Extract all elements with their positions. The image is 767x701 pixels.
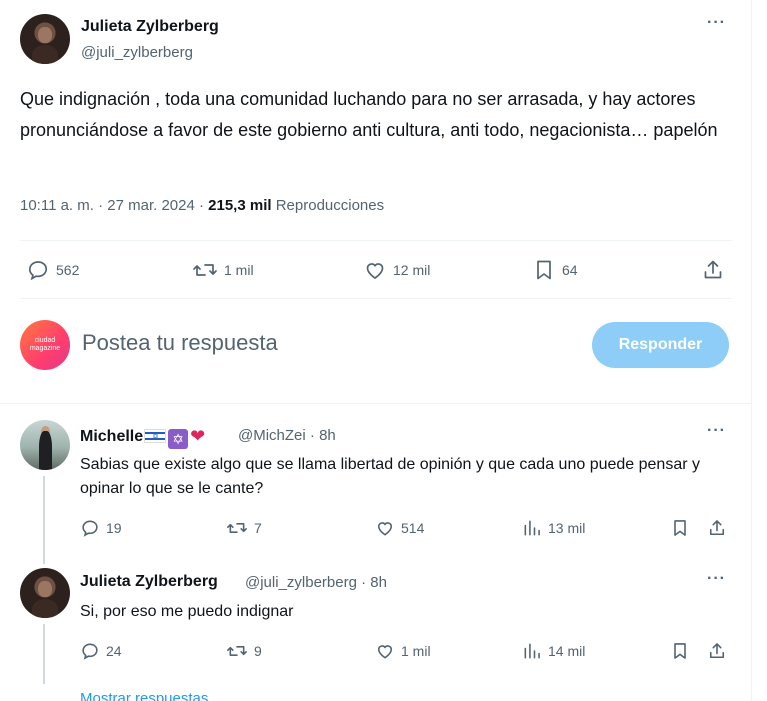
heart-icon [366,263,384,279]
like-action[interactable]: 514 [375,518,424,538]
bookmark-action[interactable] [670,518,690,538]
divider [20,298,732,299]
tweet-meta: 10:11 a. m. · 27 mar. 2024 · 215,3 mil R… [20,197,384,214]
reply-author-handle[interactable]: @MichZei · 8h [238,427,336,444]
views-chart-icon [524,520,540,536]
divider [20,240,732,241]
bookmark-icon [674,520,686,536]
reply-action[interactable]: 562 [26,258,79,282]
reply-avatar[interactable] [20,420,70,470]
share-icon [709,520,725,536]
tweet-text: Que indignación , toda una comunidad luc… [20,89,718,140]
reply-time[interactable]: 8h [319,427,336,444]
reply-count: 19 [106,520,122,536]
reply-action[interactable]: 19 [80,518,122,538]
reply-action[interactable]: 24 [80,641,122,661]
like-action[interactable]: 12 mil [363,258,430,282]
author-handle[interactable]: @juli_zylberberg [81,44,193,61]
heart-icon [377,522,393,536]
views-action[interactable]: 13 mil [522,518,585,538]
reply-avatar[interactable] [20,568,70,618]
reply-count: 562 [56,262,80,278]
reply-text: Si, por eso me puedo indignar [80,603,294,620]
reply-author-name[interactable]: Julieta Zylberberg [80,573,218,591]
views-count: 13 mil [548,520,586,536]
compose-avatar-text: ciudad magazine [29,337,61,352]
more-options-icon[interactable]: ··· [707,422,726,440]
reply-icon [82,520,98,537]
share-action[interactable] [707,518,727,538]
views-chart-icon [524,643,540,659]
reply-author-handle[interactable]: @juli_zylberberg · 8h [245,574,387,591]
bookmark-action[interactable] [670,641,690,661]
reply-icon [28,261,48,281]
like-action[interactable]: 1 mil [375,641,431,661]
compose-avatar: ciudad magazine [20,320,70,370]
reply-input[interactable]: Postea tu respuesta [82,330,278,356]
author-avatar[interactable] [20,14,70,64]
views-label: Reproducciones [271,197,385,214]
thread-line [43,476,45,564]
repost-count: 9 [254,643,262,659]
reply-count: 24 [106,643,122,659]
share-action[interactable] [707,641,727,661]
more-options-icon[interactable]: ··· [707,14,726,32]
thread-line [43,624,45,684]
bookmark-action[interactable]: 64 [532,258,578,282]
repost-icon [227,523,247,533]
reply-time[interactable]: 8h [370,574,387,591]
repost-action[interactable]: 9 [226,641,262,661]
views-action[interactable]: 14 mil [522,641,585,661]
heart-emoji-icon: ❤ [190,426,206,446]
repost-action[interactable]: 7 [226,518,262,538]
share-icon [709,643,725,659]
views-count: 215,3 mil [208,197,272,214]
reply-icon [82,643,98,660]
repost-action[interactable]: 1 mil [192,258,254,282]
divider [0,403,752,404]
tweet-detail-panel: Julieta Zylberberg @juli_zylberberg ··· … [0,0,752,701]
reply-button[interactable]: Responder [592,322,729,368]
bookmark-icon [537,260,551,280]
reply-text: Sabias que existe algo que se llama libe… [80,456,700,497]
share-action[interactable] [701,258,725,282]
more-options-icon[interactable]: ··· [707,570,726,588]
like-count: 514 [401,520,425,536]
share-icon [704,260,722,279]
bookmark-icon [674,643,686,659]
like-count: 1 mil [401,643,431,659]
tweet-timestamp[interactable]: 10:11 a. m. · 27 mar. 2024 · [20,197,208,214]
israel-flag-icon: ✡ [144,429,167,443]
heart-icon [377,645,393,659]
bookmark-count: 64 [562,262,578,278]
repost-count: 7 [254,520,262,536]
repost-icon [193,264,217,276]
views-count: 14 mil [548,643,586,659]
repost-count: 1 mil [224,262,254,278]
author-name[interactable]: Julieta Zylberberg [81,18,219,36]
show-replies-link[interactable]: Mostrar respuestas [80,690,208,701]
star-of-david-icon: ✡ [168,429,189,449]
repost-icon [227,646,247,656]
like-count: 12 mil [393,262,431,278]
reply-author-name[interactable]: Michelle ✡ ✡ ❤ [80,426,205,449]
